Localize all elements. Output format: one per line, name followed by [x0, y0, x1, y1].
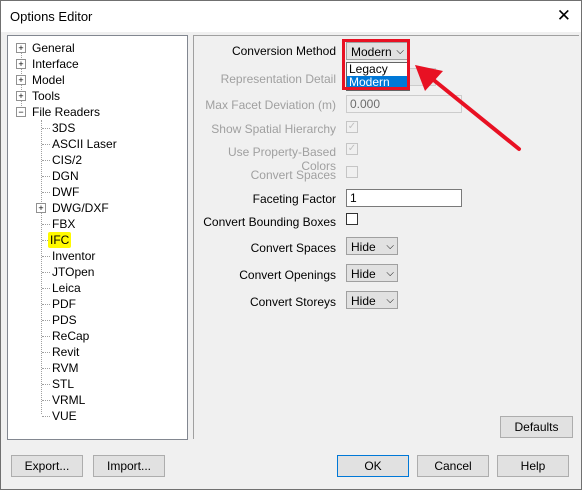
convert-spaces-checkbox-label: Convert Spaces [250, 168, 336, 182]
tree-item-label: PDF [52, 297, 76, 311]
tree-item-label: General [32, 41, 75, 55]
tree-item-label: DWF [52, 185, 80, 199]
convert-openings-value: Hide [351, 267, 376, 281]
expand-icon[interactable]: + [36, 203, 46, 213]
tree-item-label: IFC [48, 232, 72, 248]
chevron-down-icon: ⌵ [386, 295, 394, 306]
representation-detail-label: Representation Detail [220, 72, 336, 86]
chevron-down-icon: ⌵ [386, 241, 394, 252]
faceting-factor-label: Faceting Factor [252, 192, 336, 206]
tree-item-label: RVM [52, 361, 79, 375]
import-button[interactable]: Import... [93, 455, 165, 477]
tree-connector [41, 120, 42, 414]
category-tree[interactable]: + General + Interface + Model + Tools − … [7, 35, 188, 440]
defaults-button[interactable]: Defaults [500, 416, 573, 438]
convert-spaces-checkbox [346, 166, 358, 178]
ok-button[interactable]: OK [337, 455, 409, 477]
convert-storeys-select[interactable]: Hide ⌵ [346, 291, 398, 309]
tree-item-label: ASCII Laser [52, 137, 117, 151]
show-spatial-hierarchy-label: Show Spatial Hierarchy [211, 122, 336, 136]
close-icon[interactable]: ✕ [557, 6, 571, 26]
annotation-arrow-icon [415, 65, 521, 151]
faceting-factor-field[interactable]: 1 [346, 189, 462, 207]
convert-spaces-select[interactable]: Hide ⌵ [346, 237, 398, 255]
max-facet-deviation-label: Max Facet Deviation (m) [205, 98, 336, 112]
show-spatial-hierarchy-checkbox: ✓ [346, 121, 358, 133]
tree-item-label: CIS/2 [52, 153, 83, 167]
export-button[interactable]: Export... [11, 455, 83, 477]
chevron-down-icon: ⌵ [386, 268, 394, 279]
tree-item-label: STL [52, 377, 75, 391]
tree-item-label: Leica [52, 281, 81, 295]
convert-spaces-value: Hide [351, 240, 376, 254]
convert-storeys-label: Convert Storeys [249, 295, 336, 309]
convert-openings-label: Convert Openings [239, 268, 336, 282]
tree-item-label: Revit [52, 345, 80, 359]
conversion-method-label: Conversion Method [231, 44, 336, 58]
tree-item-label: FBX [52, 217, 76, 231]
tree-item-label: ReCap [52, 329, 90, 343]
tree-item-label: DWG/DXF [52, 201, 109, 215]
use-property-colors-checkbox: ✓ [346, 143, 358, 155]
convert-openings-select[interactable]: Hide ⌵ [346, 264, 398, 282]
window-title: Options Editor [10, 9, 93, 24]
tree-item-label: Interface [32, 57, 79, 71]
convert-bounding-boxes-checkbox[interactable] [346, 213, 358, 225]
expand-icon[interactable]: + [16, 43, 26, 53]
annotation-highlight-box [342, 39, 410, 90]
tree-item-label: VUE [52, 409, 77, 423]
tree-item-label: VRML [52, 393, 86, 407]
tree-item-label: DGN [52, 169, 79, 183]
options-editor-window: Options Editor ✕ + General + Interface +… [0, 0, 582, 490]
tree-item-label: Model [32, 73, 65, 87]
tree-item-label: 3DS [52, 121, 76, 135]
tree-item-label: PDS [52, 313, 77, 327]
tree-item-label: File Readers [32, 105, 101, 119]
collapse-icon[interactable]: − [16, 107, 26, 117]
cancel-button[interactable]: Cancel [417, 455, 489, 477]
title-bar: Options Editor ✕ [1, 1, 581, 32]
tree-item-label: Tools [32, 89, 61, 103]
convert-bounding-boxes-label: Convert Bounding Boxes [203, 215, 336, 229]
expand-icon[interactable]: + [16, 75, 26, 85]
convert-spaces-label: Convert Spaces [250, 241, 336, 255]
help-button[interactable]: Help [497, 455, 569, 477]
expand-icon[interactable]: + [16, 59, 26, 69]
tree-item-label: JTOpen [52, 265, 95, 279]
expand-icon[interactable]: + [16, 91, 26, 101]
tree-item-label: Inventor [52, 249, 96, 263]
convert-storeys-value: Hide [351, 294, 376, 308]
